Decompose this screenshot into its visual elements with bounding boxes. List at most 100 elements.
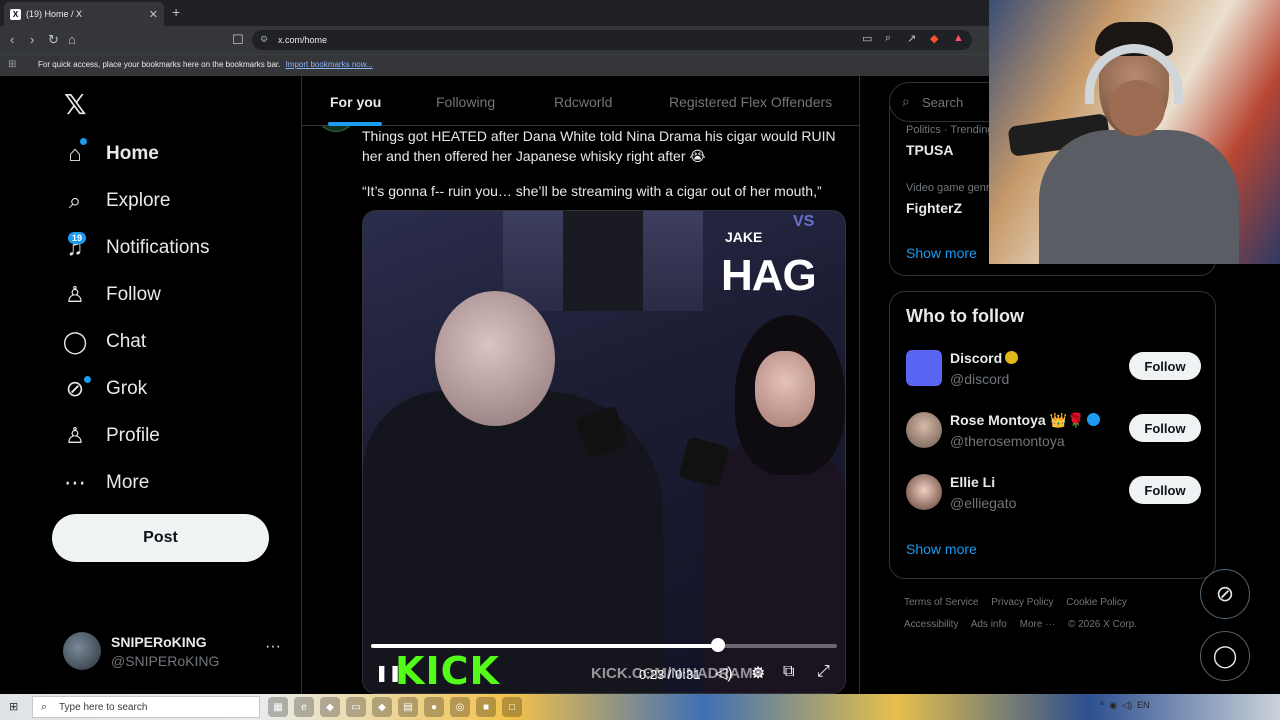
- picture-in-picture-icon[interactable]: ⧉: [783, 663, 794, 681]
- nav-more[interactable]: ⋯ More: [62, 465, 149, 501]
- language-indicator[interactable]: EN: [1137, 700, 1150, 711]
- rose-montoya-avatar: [906, 412, 942, 448]
- search-placeholder: Search: [922, 95, 964, 110]
- follow-user-name: Ellie Li: [950, 474, 996, 490]
- pause-icon[interactable]: ❚❚: [375, 663, 402, 683]
- tray-chevron-icon[interactable]: ^: [1100, 700, 1104, 711]
- left-navigation: 𝕏 ⌂ Home ⌕ Explore ♫ Notifications 19 ♙ …: [0, 76, 302, 694]
- bookmarks-bar: ⊞ For quick access, place your bookmarks…: [0, 54, 990, 76]
- video-overlay-hag: HAG: [721, 251, 817, 300]
- post-button[interactable]: Post: [52, 514, 269, 562]
- reload-icon[interactable]: ↻: [48, 32, 59, 48]
- grok-unread-dot: [84, 376, 91, 383]
- account-more-icon[interactable]: ···: [265, 638, 281, 656]
- more-circle-icon: ⋯: [64, 470, 86, 495]
- forward-icon[interactable]: ›: [30, 32, 34, 47]
- grok-fab-icon[interactable]: ⊘: [1200, 569, 1250, 619]
- tab-for-you[interactable]: For you: [330, 94, 381, 110]
- nav-chat[interactable]: ◯ Chat: [62, 324, 146, 360]
- show-more-trends-link[interactable]: Show more: [906, 245, 977, 261]
- browser-tab[interactable]: X (19) Home / X ✕: [4, 2, 164, 26]
- follow-button[interactable]: Follow: [1129, 352, 1201, 380]
- video-progress-bar[interactable]: [371, 644, 837, 648]
- follow-suggestion[interactable]: Ellie Li @elliegato Follow: [906, 472, 1206, 516]
- nav-explore[interactable]: ⌕ Explore: [62, 183, 171, 219]
- back-icon[interactable]: ‹: [10, 32, 14, 47]
- nav-follow[interactable]: ♙ Follow: [62, 277, 161, 313]
- app-icon[interactable]: ■: [476, 697, 496, 717]
- chat-fab-icon[interactable]: ◯: [1200, 631, 1250, 681]
- x-logo-icon[interactable]: 𝕏: [64, 88, 87, 121]
- post-text: Things got HEATED after Dana White told …: [362, 128, 836, 164]
- fullscreen-icon[interactable]: ⤢: [817, 663, 830, 681]
- zoom-icon[interactable]: ⌕: [885, 32, 891, 45]
- import-bookmarks-link[interactable]: Import bookmarks now...: [286, 60, 373, 69]
- nav-profile[interactable]: ♙ Profile: [62, 418, 160, 454]
- follow-button[interactable]: Follow: [1129, 414, 1201, 442]
- follow-user-handle: @discord: [950, 371, 1010, 387]
- folder-icon[interactable]: ▭: [346, 697, 366, 717]
- search-icon: ⌕: [41, 701, 48, 713]
- account-name: SNIPERoKING: [111, 634, 207, 650]
- settings-gear-icon[interactable]: ⚙: [751, 663, 765, 683]
- url-text: x.com/home: [278, 35, 328, 45]
- follow-user-name-text: Rose Montoya 👑🌹: [950, 412, 1085, 428]
- brave-icon[interactable]: ◆: [372, 697, 392, 717]
- bookmark-icon[interactable]: ☐: [232, 32, 244, 48]
- steam-icon[interactable]: ◎: [450, 697, 470, 717]
- task-view-icon[interactable]: ▦: [268, 697, 288, 717]
- who-to-follow-panel: Who to follow Discord @discord Follow Ro…: [889, 291, 1216, 579]
- volume-tray-icon[interactable]: ◁): [1122, 700, 1132, 711]
- video-player[interactable]: JAKE VS HAG KICK KICK.COM/NINADRAMA ❚❚ 0…: [362, 210, 846, 694]
- trend-name[interactable]: FighterZ: [906, 200, 962, 216]
- taskbar-search[interactable]: ⌕ Type here to search: [32, 696, 260, 718]
- store-icon[interactable]: ▤: [398, 697, 418, 717]
- footer-link[interactable]: Ads info: [971, 619, 1007, 630]
- video-woman-face: [755, 351, 815, 427]
- footer-link[interactable]: Accessibility: [904, 619, 958, 630]
- taskbar-apps: ▦ e ◆ ▭ ◆ ▤ ● ◎ ■ □: [268, 697, 522, 717]
- footer-link[interactable]: Cookie Policy: [1066, 597, 1127, 608]
- tab-following[interactable]: Following: [436, 94, 495, 110]
- show-more-follow-link[interactable]: Show more: [906, 541, 977, 557]
- follow-user-handle: @therosemontoya: [950, 433, 1065, 449]
- follow-user-name: Discord: [950, 350, 1019, 366]
- video-overlay-vs: VS: [793, 213, 815, 230]
- share-icon[interactable]: ↗: [907, 32, 916, 45]
- video-overlay-jake: JAKE: [725, 229, 763, 245]
- site-info-icon[interactable]: ⚙: [260, 34, 268, 45]
- spotify-icon[interactable]: ●: [424, 697, 444, 717]
- follow-button[interactable]: Follow: [1129, 476, 1201, 504]
- volume-icon[interactable]: ◁): [715, 663, 733, 683]
- bookmarks-hint: For quick access, place your bookmarks h…: [38, 60, 281, 69]
- rewards-icon[interactable]: ▲: [953, 32, 964, 44]
- footer-link[interactable]: Terms of Service: [904, 597, 978, 608]
- app-icon[interactable]: □: [502, 697, 522, 717]
- tab-registered-flex-offenders[interactable]: Registered Flex Offenders: [669, 94, 832, 110]
- tab-close-icon[interactable]: ✕: [149, 8, 158, 21]
- main-feed: Things got HEATED after Dana White told …: [302, 76, 860, 694]
- apps-grid-icon[interactable]: ⊞: [8, 59, 16, 70]
- nav-grok[interactable]: ⊘ Grok: [62, 371, 147, 407]
- follow-suggestion[interactable]: Discord @discord Follow: [906, 348, 1206, 392]
- home-unread-dot: [80, 138, 87, 145]
- footer-link[interactable]: Privacy Policy: [991, 597, 1053, 608]
- nav-home[interactable]: ⌂ Home: [62, 136, 158, 172]
- new-tab-button[interactable]: +: [172, 4, 180, 20]
- windows-taskbar: ⊞ ⌕ Type here to search ▦ e ◆ ▭ ◆ ▤ ● ◎ …: [0, 694, 1280, 720]
- trend-name[interactable]: TPUSA: [906, 142, 953, 158]
- brave-shield-icon[interactable]: ◆: [930, 32, 938, 45]
- start-icon[interactable]: ⊞: [9, 700, 18, 713]
- home-browser-icon[interactable]: ⌂: [68, 32, 76, 47]
- post-quote: “It’s gonna f-- ruin you… she’ll be stre…: [362, 183, 822, 199]
- edge-icon[interactable]: e: [294, 697, 314, 717]
- app-icon[interactable]: ◆: [320, 697, 340, 717]
- tab-rdcworld[interactable]: Rdcworld: [554, 94, 612, 110]
- x-favicon-icon: X: [10, 8, 21, 20]
- follow-user-handle: @elliegato: [950, 495, 1017, 511]
- follow-suggestion[interactable]: Rose Montoya 👑🌹 @therosemontoya Follow: [906, 410, 1206, 454]
- footer-link[interactable]: More ···: [1020, 619, 1056, 630]
- network-icon[interactable]: ◉: [1109, 700, 1117, 711]
- account-switcher[interactable]: SNIPERoKING @SNIPERoKING ···: [63, 632, 293, 672]
- cast-icon[interactable]: ▭: [862, 32, 872, 45]
